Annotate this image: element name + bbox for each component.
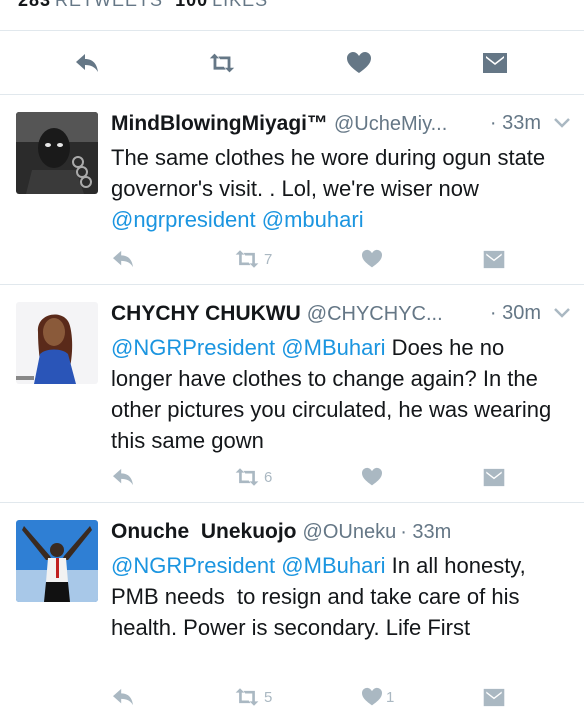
dm-icon: [483, 53, 507, 73]
avatar[interactable]: [16, 302, 98, 384]
like-label[interactable]: LIKES: [212, 0, 268, 10]
like-icon: [347, 52, 371, 73]
retweet-count: 7: [264, 250, 273, 268]
retweet-button[interactable]: 7: [233, 246, 272, 272]
like-icon: [362, 687, 382, 706]
display-name[interactable]: CHYCHY CHUKWU: [111, 302, 301, 325]
tweet-body: The same clothes he wore during ogun sta…: [111, 145, 546, 201]
divider: [0, 30, 584, 31]
display-name[interactable]: MindBlowingMiyagi™: [111, 112, 328, 135]
chevron-down-icon: [554, 308, 570, 318]
username[interactable]: @CHYCHYC...: [307, 303, 443, 325]
tweet-actions: 6: [111, 464, 531, 490]
like-button[interactable]: [361, 246, 383, 272]
mention-link[interactable]: @ngrpresident: [111, 207, 256, 232]
retweet-count: 283: [18, 0, 52, 10]
main-action-bar: [0, 42, 584, 86]
dm-icon: [483, 250, 505, 268]
reply-icon: [113, 468, 133, 486]
avatar-image: [16, 520, 98, 602]
retweet-button[interactable]: [207, 50, 237, 76]
retweet-button[interactable]: 6: [233, 464, 272, 490]
like-button[interactable]: [361, 464, 383, 490]
retweet-icon: [209, 53, 235, 73]
dm-button[interactable]: [482, 464, 506, 490]
avatar-image: [16, 302, 98, 384]
mention-link[interactable]: @NGRPresident: [111, 335, 275, 360]
timestamp[interactable]: · 30m: [490, 302, 541, 325]
username[interactable]: @UcheMiy...: [334, 113, 447, 135]
dm-button[interactable]: [482, 246, 506, 272]
reply-icon: [113, 250, 133, 268]
retweet-label[interactable]: RETWEETS: [55, 0, 163, 10]
tweet-item[interactable]: Onuche Unekuojo @OUneku · 33m @NGRPresiden…: [0, 502, 584, 720]
tweet-actions: 7: [111, 246, 531, 272]
tweet-header: Onuche Unekuojo @OUneku · 33m: [111, 520, 571, 548]
timestamp[interactable]: · 33m: [490, 112, 541, 135]
tweet-text: The same clothes he wore during ogun sta…: [111, 142, 571, 235]
tweet-text: @NGRPresident @MBuhari Does he no longer…: [111, 332, 571, 456]
tweet-item[interactable]: MindBlowingMiyagi™ @UcheMiy... · 33m The …: [0, 94, 584, 284]
like-count: 100: [175, 0, 209, 10]
retweet-button[interactable]: 5: [233, 684, 272, 710]
retweet-icon: [235, 468, 259, 486]
mention-link[interactable]: @NGRPresident: [111, 553, 275, 578]
like-icon: [362, 249, 382, 268]
mention-link[interactable]: @MBuhari: [281, 335, 385, 360]
avatar[interactable]: [16, 112, 98, 194]
avatar[interactable]: [16, 520, 98, 602]
like-button[interactable]: [344, 50, 374, 76]
dm-button[interactable]: [482, 684, 506, 710]
like-icon: [362, 467, 382, 486]
reply-button[interactable]: [111, 246, 135, 272]
like-count: 1: [386, 688, 395, 706]
mention-link[interactable]: @mbuhari: [262, 207, 364, 232]
tweet-header: MindBlowingMiyagi™ @UcheMiy... · 33m: [111, 112, 571, 140]
tweet-stats: 283 RETWEETS 100 LIKES: [18, 0, 268, 11]
reply-icon: [113, 688, 133, 706]
reply-button[interactable]: [72, 50, 102, 76]
retweet-icon: [235, 250, 259, 268]
tweet-text: @NGRPresident @MBuhari In all honesty, P…: [111, 550, 571, 643]
tweet-item[interactable]: CHYCHY CHUKWU @CHYCHYC... · 30m @NGRPresi…: [0, 284, 584, 502]
tweet-menu-button[interactable]: [553, 306, 571, 324]
reply-icon: [76, 54, 98, 72]
avatar-image: [16, 112, 98, 194]
retweet-count: 5: [264, 688, 273, 706]
retweet-count: 6: [264, 468, 273, 486]
chevron-down-icon: [554, 118, 570, 128]
reply-button[interactable]: [111, 464, 135, 490]
display-name[interactable]: Onuche Unekuojo: [111, 520, 297, 543]
tweet-header: CHYCHY CHUKWU @CHYCHYC... · 30m: [111, 302, 571, 330]
dm-button[interactable]: [480, 50, 510, 76]
tweet-actions: 5 1: [111, 684, 531, 710]
like-button[interactable]: 1: [361, 684, 394, 710]
retweet-icon: [235, 688, 259, 706]
dm-icon: [483, 468, 505, 486]
reply-button[interactable]: [111, 684, 135, 710]
dm-icon: [483, 688, 505, 706]
tweet-menu-button[interactable]: [553, 116, 571, 134]
timestamp[interactable]: · 33m: [400, 521, 451, 543]
mention-link[interactable]: @MBuhari: [281, 553, 385, 578]
username[interactable]: @OUneku: [303, 521, 397, 543]
